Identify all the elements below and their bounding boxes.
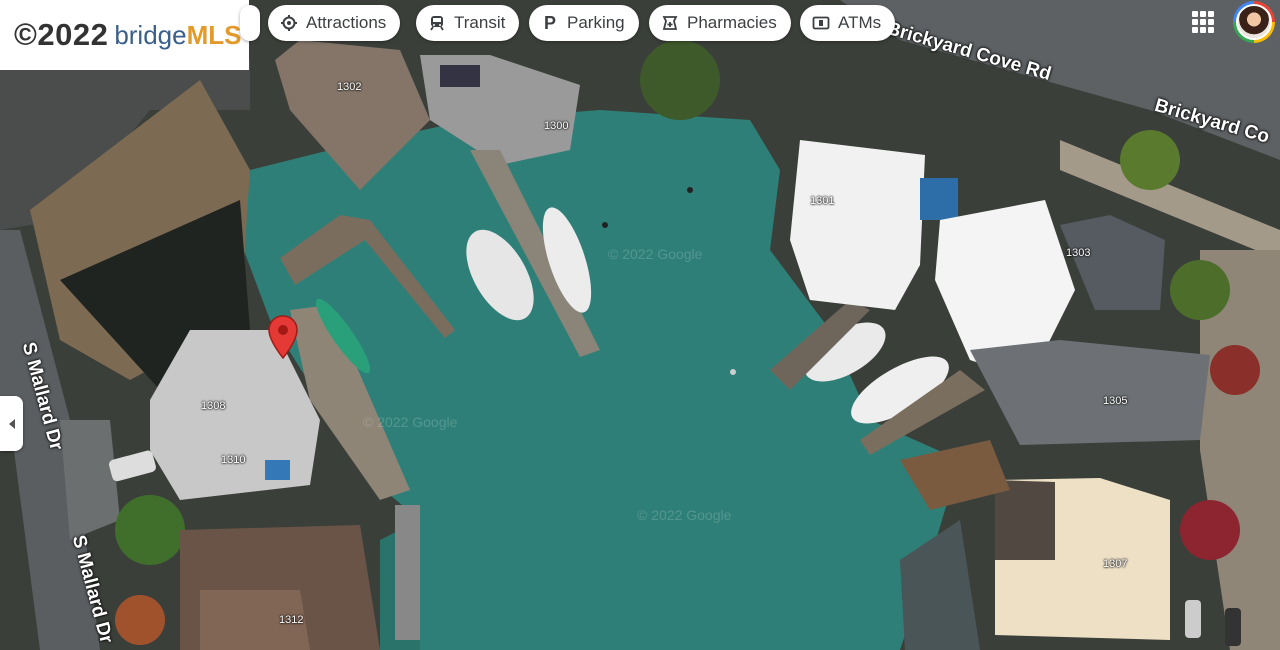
transit-icon [428,14,446,32]
apps-grid-icon[interactable] [1192,11,1214,33]
chip-pharmacies[interactable]: Pharmacies [649,5,791,41]
house-number: 1301 [810,195,835,207]
logo-brand: bridgeMLS [114,20,241,51]
chip-label: Pharmacies [687,13,777,32]
house-number: 1300 [544,120,569,132]
logo-brand-a: bridge [114,19,187,50]
chip-attractions[interactable]: Attractions [268,5,401,41]
satellite-map[interactable] [0,0,1280,650]
location-pin-icon[interactable] [266,314,300,360]
attractions-icon [280,14,298,32]
chevron-left-icon [8,418,15,429]
logo: ©2022 bridgeMLS [0,0,249,70]
chip-atms[interactable]: ATMs [800,5,896,41]
house-number: 1305 [1103,395,1128,407]
chip-label: Transit [454,13,506,32]
logo-year: ©2022 [14,17,109,52]
house-number: 1303 [1066,247,1091,259]
house-number: 1302 [337,81,362,93]
house-number: 1310 [221,454,246,466]
map-watermark: © 2022 Google [637,507,732,523]
house-number: 1312 [279,614,304,626]
parking-icon: P [543,12,556,33]
chip-transit[interactable]: Transit [416,5,520,41]
pharmacy-icon [661,14,679,32]
chip-label: ATMs [838,13,882,32]
chip-parking[interactable]: P Parking [529,5,639,41]
map-watermark: © 2022 Google [608,246,703,262]
chip-label: Attractions [306,13,387,32]
collapse-panel-button[interactable] [0,396,23,451]
house-number: 1308 [201,400,226,412]
account-avatar[interactable] [1233,1,1275,43]
house-number: 1307 [1103,558,1128,570]
chip-label: Parking [567,13,625,32]
logo-brand-b: MLS [186,19,242,50]
chip-partial[interactable] [240,5,260,41]
map-watermark: © 2022 Google [363,414,458,430]
atm-icon [812,14,830,32]
